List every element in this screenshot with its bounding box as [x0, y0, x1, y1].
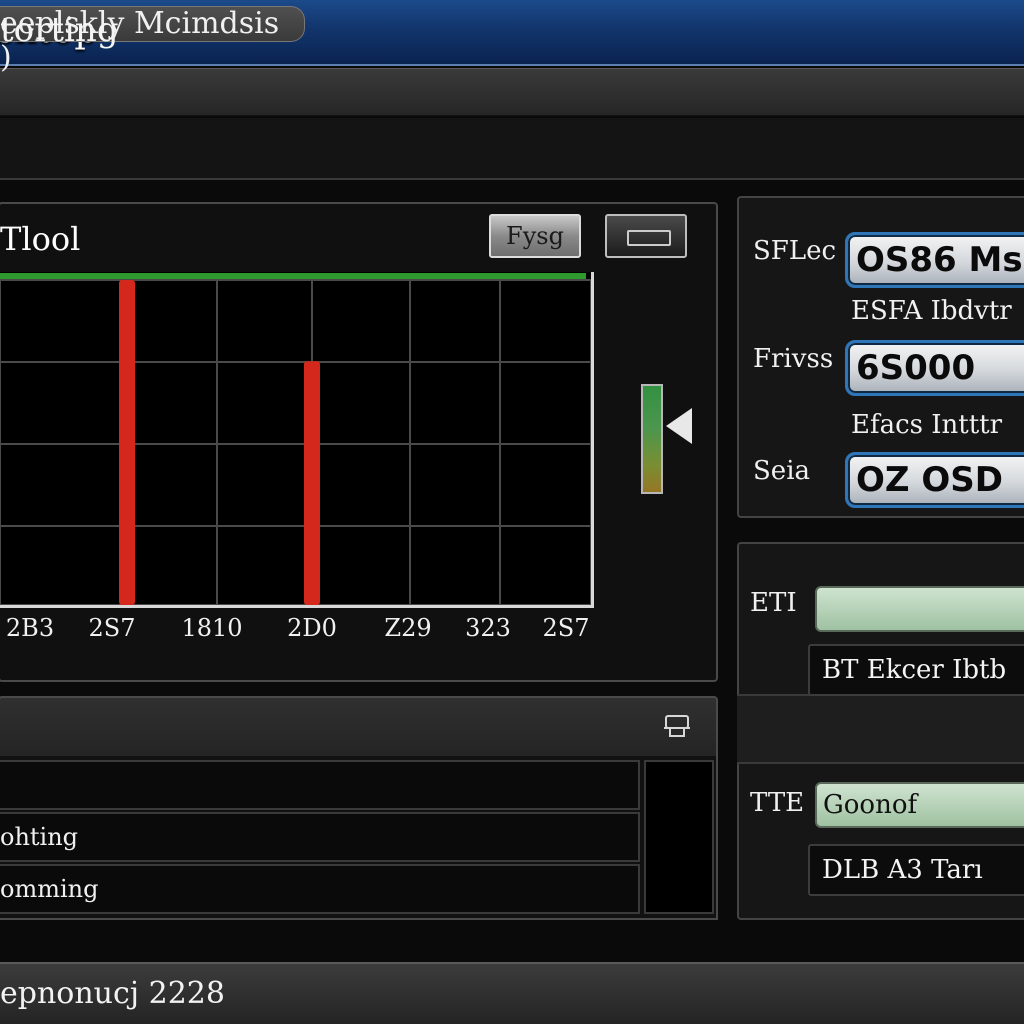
- x-tick-label: Z29: [384, 614, 432, 642]
- control-input-two[interactable]: Goonof: [815, 782, 1024, 828]
- x-tick-label: 2S7: [88, 614, 136, 642]
- readout-value-one[interactable]: OS86 Ms: [845, 232, 1024, 288]
- readout-label-one: SFLec: [753, 236, 837, 266]
- chart-action-button[interactable]: Fysg: [489, 214, 581, 258]
- status-text: epnonucj 2228: [0, 976, 225, 1011]
- control-label-two: TTE: [750, 788, 805, 818]
- list-scroll-area[interactable]: [644, 760, 714, 914]
- level-gauge[interactable]: [641, 384, 663, 494]
- readout-label-three: Seia: [753, 456, 811, 486]
- chart-plot-area: [0, 272, 594, 608]
- chart-window-button[interactable]: [605, 214, 687, 258]
- readout-sublabel-one: ESFA Ibdvtr: [851, 296, 1012, 326]
- toolbar-label[interactable]: torting: [0, 10, 119, 50]
- chart-bar: [304, 361, 320, 605]
- readout-value-two[interactable]: 6S000: [845, 340, 1024, 396]
- list-item[interactable]: omming: [0, 864, 640, 914]
- readout-label-two: Frivss: [753, 344, 834, 374]
- x-tick-label: 2S7: [542, 614, 590, 642]
- x-tick-label: 2D0: [287, 614, 337, 642]
- control-panel-divider: [737, 694, 1024, 764]
- bar-chart: [0, 273, 591, 605]
- x-tick-label: 1810: [181, 614, 243, 642]
- control-field-two[interactable]: DLB A3 Tarı: [808, 844, 1024, 896]
- readout-value-three[interactable]: OZ OSD: [845, 452, 1024, 508]
- chart-panel-title: Tlool: [0, 220, 81, 258]
- list-item[interactable]: [0, 760, 640, 810]
- readout-sublabel-two: Efacs Intttr: [851, 410, 1003, 440]
- control-label-one: ETI: [750, 588, 797, 618]
- chart-bar: [119, 280, 135, 605]
- control-input-one[interactable]: [815, 586, 1024, 632]
- list-header: [0, 696, 718, 758]
- control-field-one[interactable]: BT Ekcer Ibtb: [808, 644, 1024, 696]
- list-item[interactable]: ohting: [0, 812, 640, 862]
- x-tick-label: 2B3: [5, 614, 55, 642]
- window-icon: [627, 230, 671, 246]
- gauge-pointer-icon[interactable]: [666, 408, 692, 444]
- toolbar: [0, 118, 1024, 180]
- x-tick-label: 323: [465, 614, 511, 642]
- menu-bar: [0, 68, 1024, 116]
- printer-icon[interactable]: [662, 712, 692, 742]
